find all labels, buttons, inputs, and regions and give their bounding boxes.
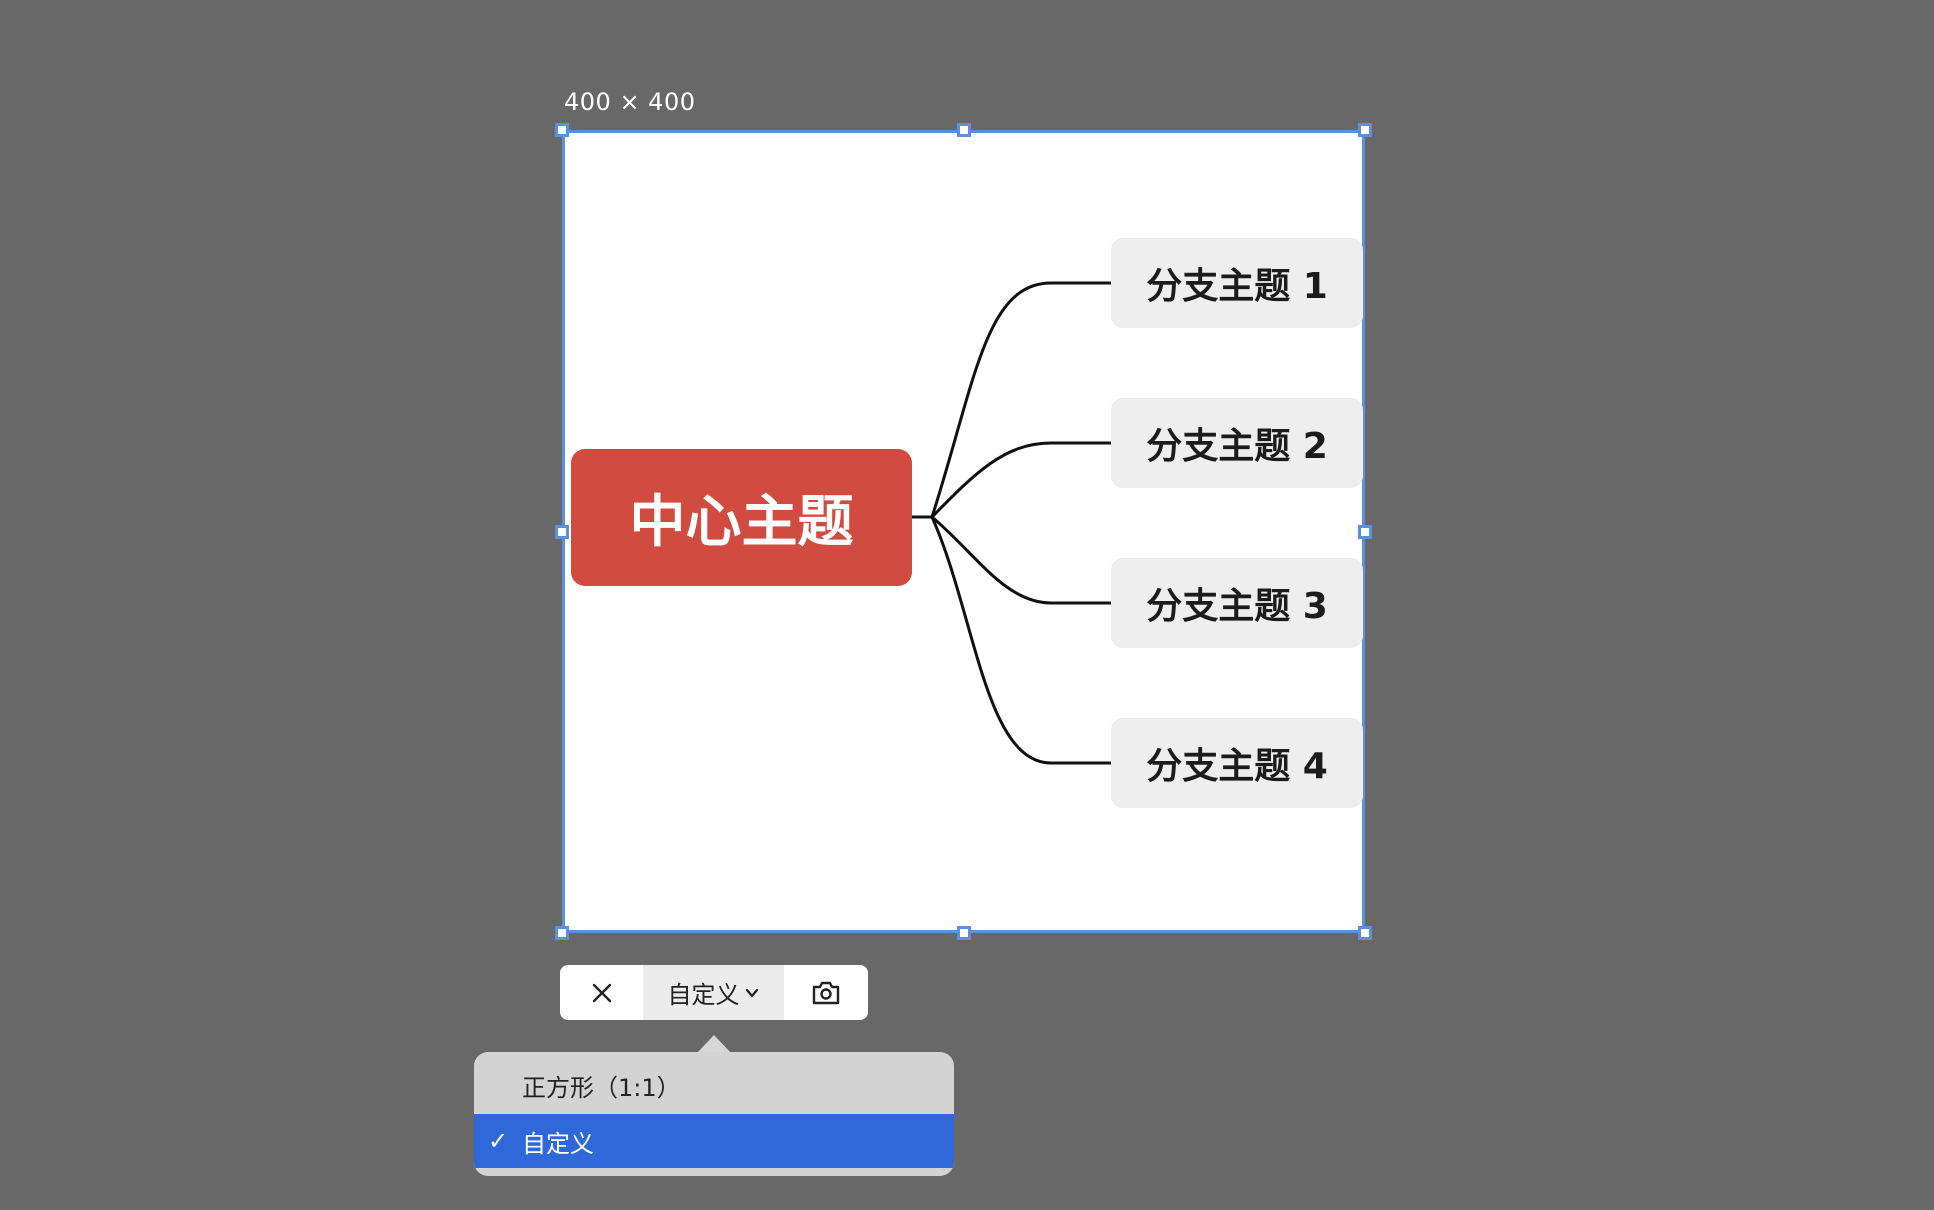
resize-handle-bottom[interactable] <box>957 926 971 940</box>
checkmark-icon: ✓ <box>487 1127 509 1155</box>
menu-item-square[interactable]: 正方形（1:1） <box>474 1058 954 1112</box>
camera-icon <box>812 981 840 1004</box>
branch-topic-3[interactable]: 分支主题 3 <box>1111 558 1363 648</box>
aspect-ratio-dropdown[interactable]: 自定义 <box>643 965 784 1020</box>
resize-handle-top-right[interactable] <box>1358 123 1372 137</box>
branch-topic-2[interactable]: 分支主题 2 <box>1111 398 1363 488</box>
aspect-ratio-menu: 正方形（1:1） ✓ 自定义 <box>474 1052 954 1176</box>
resize-handle-bottom-right[interactable] <box>1358 926 1372 940</box>
resize-handle-right[interactable] <box>1358 525 1372 539</box>
close-button[interactable] <box>560 965 643 1020</box>
menu-item-custom[interactable]: ✓ 自定义 <box>474 1114 954 1168</box>
connector-branch-1 <box>930 281 1111 518</box>
export-canvas[interactable]: 中心主题 分支主题 1 分支主题 2 分支主题 3 分支主题 4 <box>562 130 1365 933</box>
close-icon <box>592 983 611 1002</box>
resize-handle-left[interactable] <box>555 525 569 539</box>
connector-branch-2 <box>930 441 1111 519</box>
canvas-size-label: 400 × 400 <box>564 88 696 116</box>
menu-item-label: 自定义 <box>522 1129 594 1158</box>
branch-topic-1[interactable]: 分支主题 1 <box>1111 238 1363 328</box>
resize-handle-top[interactable] <box>957 123 971 137</box>
central-topic[interactable]: 中心主题 <box>571 449 912 586</box>
branch-topic-4[interactable]: 分支主题 4 <box>1111 718 1363 808</box>
popup-pointer <box>697 1035 731 1053</box>
connector-branch-4 <box>930 516 1111 765</box>
capture-button[interactable] <box>784 965 868 1020</box>
resize-handle-top-left[interactable] <box>555 123 569 137</box>
capture-toolbar: 自定义 <box>560 965 868 1020</box>
menu-item-label: 正方形（1:1） <box>522 1073 681 1102</box>
aspect-ratio-label: 自定义 <box>667 981 740 1009</box>
chevron-down-icon <box>745 988 758 997</box>
resize-handle-bottom-left[interactable] <box>555 926 569 940</box>
connector-branch-3 <box>931 515 1111 605</box>
